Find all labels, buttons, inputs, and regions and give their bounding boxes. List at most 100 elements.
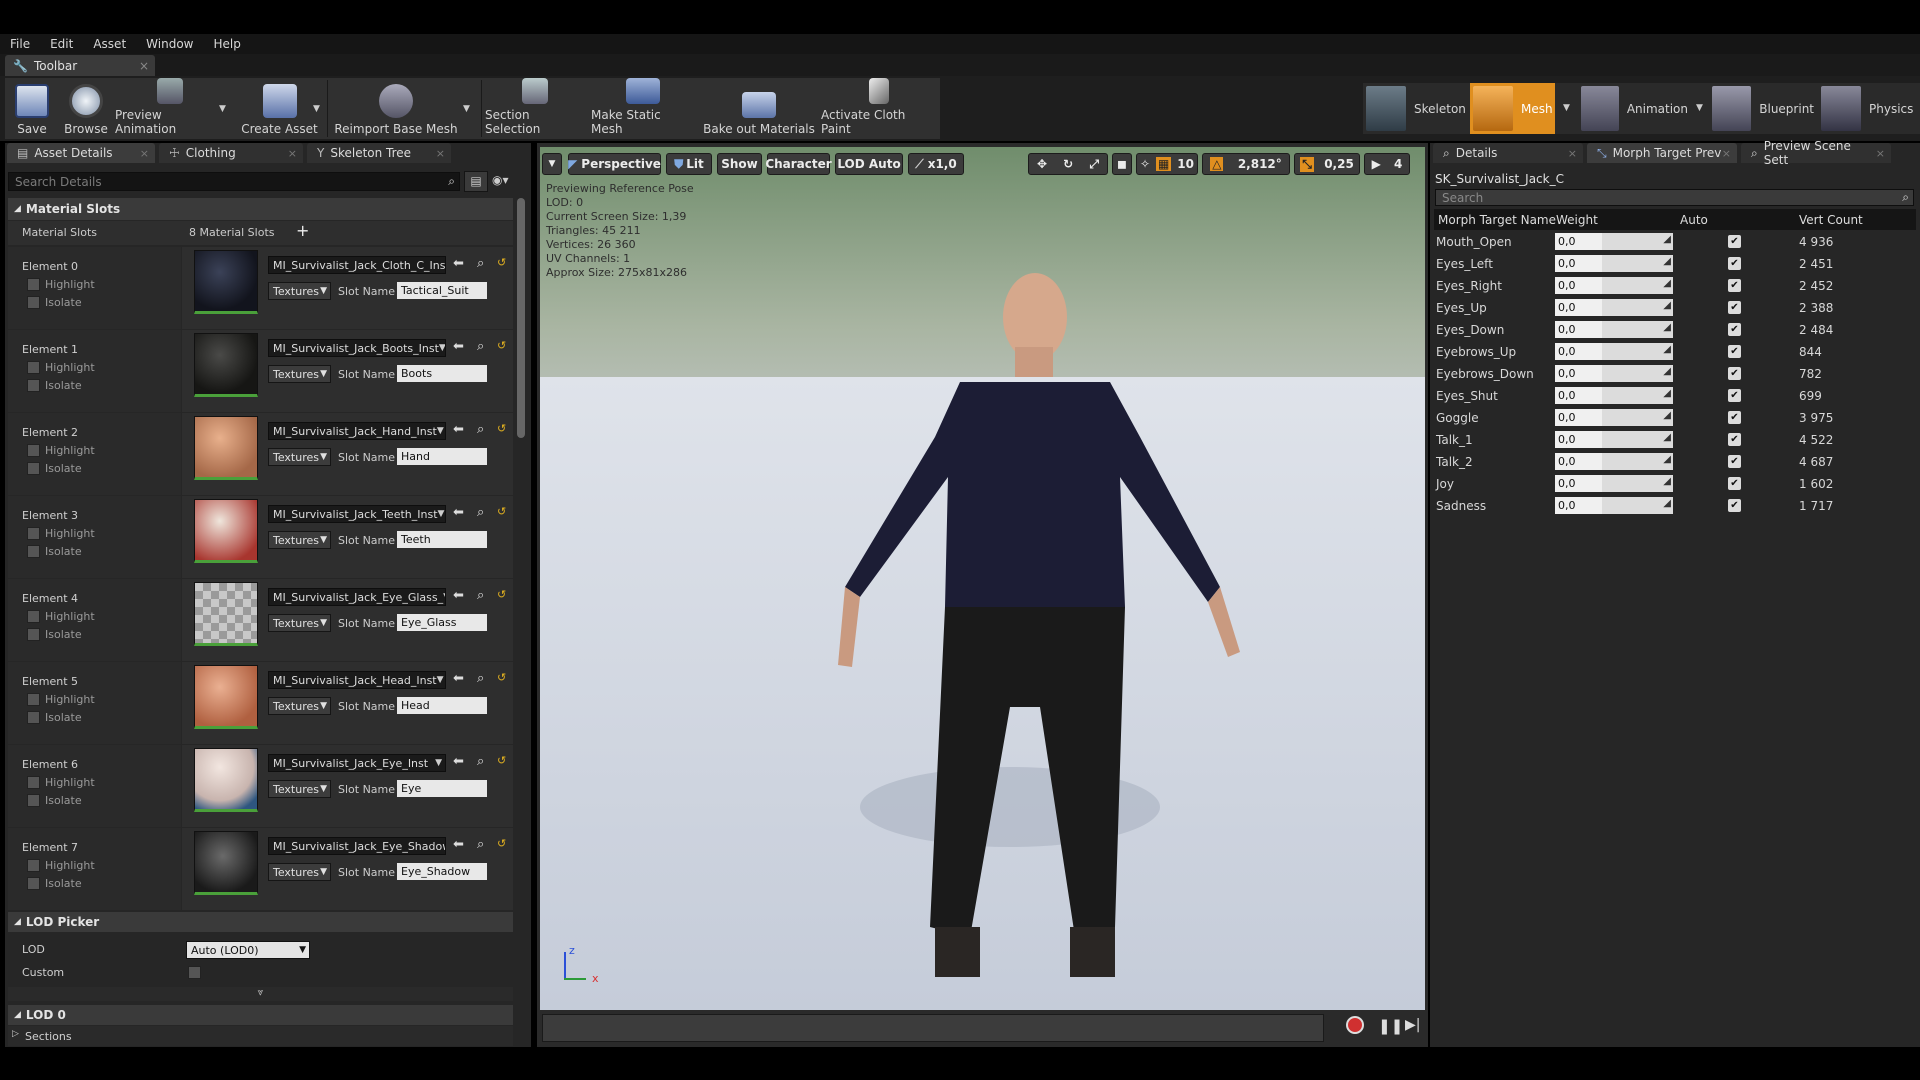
- mode-animation-button[interactable]: Animation: [1578, 83, 1688, 134]
- auto-checkbox[interactable]: ✔: [1728, 367, 1741, 380]
- isolate-checkbox[interactable]: [27, 877, 40, 890]
- scale-snap-group[interactable]: ⤡ 0,25: [1294, 153, 1360, 175]
- auto-checkbox[interactable]: ✔: [1728, 301, 1741, 314]
- chevron-down-icon[interactable]: ▼: [1696, 103, 1703, 113]
- grid-snap-group[interactable]: ✧ ▦ 10: [1136, 153, 1198, 175]
- make-static-mesh-button[interactable]: Make Static Mesh: [591, 78, 695, 139]
- material-thumbnail[interactable]: [194, 665, 258, 729]
- lit-button[interactable]: ⛊ Lit: [666, 153, 712, 175]
- preview-animation-button[interactable]: Preview Animation: [115, 78, 225, 139]
- reset-arrow-icon[interactable]: ↺: [497, 339, 506, 352]
- reset-arrow-icon[interactable]: ↺: [497, 837, 506, 850]
- material-thumbnail[interactable]: [194, 582, 258, 646]
- weight-spinbox[interactable]: 0,0 ◢: [1555, 233, 1673, 250]
- lod-picker-category[interactable]: ◢ LOD Picker: [8, 912, 513, 932]
- lod-select[interactable]: Auto (LOD0) ▼: [186, 941, 310, 959]
- slot-name-input[interactable]: Boots: [397, 365, 487, 382]
- material-thumbnail[interactable]: [194, 748, 258, 812]
- reset-arrow-icon[interactable]: ↺: [497, 422, 506, 435]
- add-slot-icon[interactable]: +: [296, 221, 309, 240]
- reset-arrow-icon[interactable]: ↺: [497, 256, 506, 269]
- auto-checkbox[interactable]: ✔: [1728, 389, 1741, 402]
- browse-search-icon[interactable]: ⌕: [477, 505, 484, 520]
- weight-spinbox[interactable]: 0,0 ◢: [1555, 497, 1673, 514]
- chevron-down-icon[interactable]: ▼: [313, 104, 320, 114]
- textures-dropdown[interactable]: Textures ▼: [268, 614, 331, 632]
- browse-search-icon[interactable]: ⌕: [477, 339, 484, 354]
- isolate-checkbox[interactable]: [27, 296, 40, 309]
- browse-button[interactable]: Browse: [58, 78, 114, 139]
- slot-name-input[interactable]: Tactical_Suit: [397, 282, 487, 299]
- highlight-checkbox[interactable]: [27, 444, 40, 457]
- highlight-checkbox[interactable]: [27, 859, 40, 872]
- use-selected-arrow-icon[interactable]: ⬅: [453, 422, 464, 437]
- auto-checkbox[interactable]: ✔: [1728, 235, 1741, 248]
- material-thumbnail[interactable]: [194, 831, 258, 895]
- eye-visibility-icon[interactable]: ◉▾: [492, 173, 509, 187]
- weight-spinbox[interactable]: 0,0 ◢: [1555, 475, 1673, 492]
- translate-icon[interactable]: ✥: [1037, 157, 1047, 171]
- weight-spinbox[interactable]: 0,0 ◢: [1555, 277, 1673, 294]
- highlight-checkbox[interactable]: [27, 693, 40, 706]
- character-button[interactable]: Character: [765, 153, 832, 175]
- use-selected-arrow-icon[interactable]: ⬅: [453, 837, 464, 852]
- custom-lod-checkbox[interactable]: [188, 966, 201, 979]
- column-vert-count[interactable]: Vert Count: [1799, 213, 1863, 227]
- weight-spinbox[interactable]: 0,0 ◢: [1555, 409, 1673, 426]
- close-icon[interactable]: ×: [1722, 147, 1731, 160]
- tab-asset-details[interactable]: ▤ Asset Details ×: [7, 143, 155, 163]
- tab-skeleton-tree[interactable]: Y Skeleton Tree ×: [307, 143, 451, 163]
- close-icon[interactable]: ×: [1876, 147, 1885, 160]
- property-matrix-button[interactable]: ▤: [464, 171, 488, 192]
- transform-mode-group[interactable]: ✥ ↻ ⤢: [1028, 153, 1108, 175]
- step-forward-icon[interactable]: ▶|: [1405, 1017, 1420, 1033]
- material-select[interactable]: MI_Survivalist_Jack_Teeth_Inst ▼: [268, 505, 446, 523]
- scale-value[interactable]: 0,25: [1324, 157, 1354, 171]
- section-selection-button[interactable]: Section Selection: [485, 78, 585, 139]
- grid-icon[interactable]: ▦: [1155, 157, 1172, 171]
- browse-search-icon[interactable]: ⌕: [477, 256, 484, 271]
- weight-spinbox[interactable]: 0,0 ◢: [1555, 387, 1673, 404]
- material-thumbnail[interactable]: [194, 416, 258, 480]
- slot-name-input[interactable]: Head: [397, 697, 487, 714]
- textures-dropdown[interactable]: Textures ▼: [268, 531, 331, 549]
- slot-name-input[interactable]: Eye_Shadow: [397, 863, 487, 880]
- weight-spinbox[interactable]: 0,0 ◢: [1555, 453, 1673, 470]
- material-select[interactable]: MI_Survivalist_Jack_Cloth_C_Inst ▼: [268, 256, 446, 274]
- tab-morph-target-preview[interactable]: ⤡ Morph Target Prev ×: [1587, 143, 1737, 163]
- textures-dropdown[interactable]: Textures ▼: [268, 282, 331, 300]
- show-button[interactable]: Show: [717, 153, 762, 175]
- isolate-checkbox[interactable]: [27, 545, 40, 558]
- textures-dropdown[interactable]: Textures ▼: [268, 863, 331, 881]
- material-select[interactable]: MI_Survivalist_Jack_Boots_Inst ▼: [268, 339, 446, 357]
- column-weight[interactable]: Weight: [1556, 213, 1598, 227]
- reset-arrow-icon[interactable]: ↺: [497, 671, 506, 684]
- textures-dropdown[interactable]: Textures ▼: [268, 365, 331, 383]
- scale-icon[interactable]: ⤢: [1089, 157, 1099, 172]
- auto-checkbox[interactable]: ✔: [1728, 257, 1741, 270]
- weight-spinbox[interactable]: 0,0 ◢: [1555, 431, 1673, 448]
- lod0-category[interactable]: ◢ LOD 0: [8, 1005, 513, 1025]
- pause-icon[interactable]: ❚❚: [1378, 1017, 1403, 1035]
- isolate-checkbox[interactable]: [27, 794, 40, 807]
- menu-edit[interactable]: Edit: [40, 37, 83, 51]
- browse-search-icon[interactable]: ⌕: [477, 754, 484, 769]
- tab-details[interactable]: ⌕ Details ×: [1433, 143, 1583, 163]
- tab-preview-scene-settings[interactable]: ⌕ Preview Scene Sett ×: [1741, 139, 1891, 167]
- column-morph-target-name[interactable]: Morph Target Name: [1438, 213, 1556, 227]
- column-auto[interactable]: Auto: [1680, 213, 1708, 227]
- weight-spinbox[interactable]: 0,0 ◢: [1555, 365, 1673, 382]
- material-slots-category[interactable]: ◢ Material Slots: [8, 198, 513, 220]
- auto-checkbox[interactable]: ✔: [1728, 323, 1741, 336]
- morph-search-input[interactable]: Search ⌕: [1435, 189, 1914, 206]
- close-icon[interactable]: ×: [436, 147, 445, 160]
- angle-icon[interactable]: △: [1210, 157, 1224, 171]
- material-thumbnail[interactable]: [194, 250, 258, 314]
- reimport-base-mesh-button[interactable]: Reimport Base Mesh: [331, 78, 461, 139]
- close-icon[interactable]: ×: [1568, 147, 1577, 160]
- activate-cloth-paint-button[interactable]: Activate Cloth Paint: [821, 78, 937, 139]
- create-asset-button[interactable]: Create Asset: [237, 78, 322, 139]
- highlight-checkbox[interactable]: [27, 527, 40, 540]
- expand-advanced-icon[interactable]: ⩔: [8, 987, 513, 1001]
- playback-speed-button[interactable]: ⟋ x1,0: [908, 153, 964, 175]
